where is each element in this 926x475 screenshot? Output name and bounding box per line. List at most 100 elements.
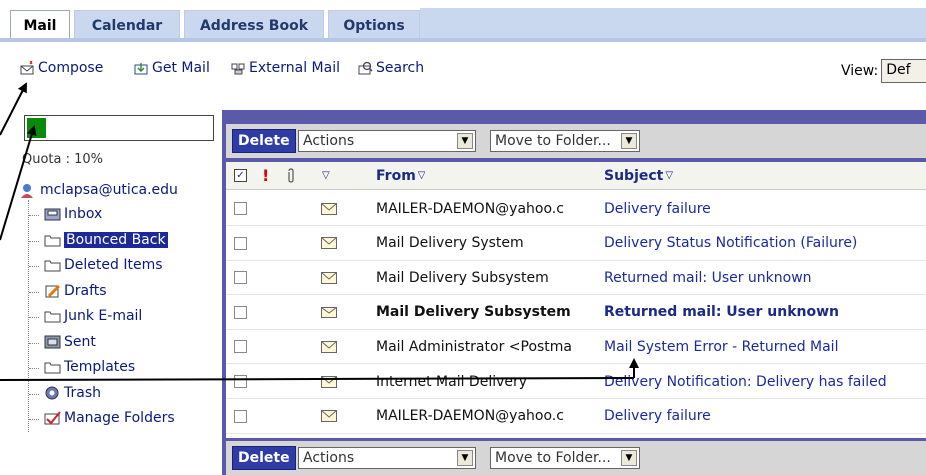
move-to-folder-select[interactable]: Move to Folder... ▼: [490, 130, 640, 152]
folder-item-bounced-back[interactable]: Bounced Back: [44, 231, 168, 248]
folder-icon: [44, 233, 62, 247]
subject-column-header[interactable]: Subject ▽: [604, 162, 673, 189]
get-mail-button[interactable]: Get Mail: [134, 60, 210, 76]
message-checkbox[interactable]: [234, 400, 247, 433]
message-checkbox[interactable]: [234, 261, 247, 294]
message-from: Internet Mail Delivery: [376, 373, 528, 390]
view-select-value: Def: [886, 62, 911, 78]
folder-item-inbox[interactable]: Inbox: [44, 206, 102, 222]
message-subject[interactable]: Delivery failure: [604, 192, 924, 225]
compose-icon: [20, 60, 35, 75]
delete-label: Delete: [238, 133, 290, 149]
folder-label: Templates: [64, 359, 136, 375]
delete-button[interactable]: Delete: [232, 129, 296, 153]
quota-fill: [27, 118, 46, 138]
envelope-icon: [321, 192, 337, 225]
message-subject[interactable]: Returned mail: User unknown: [604, 261, 924, 294]
tree-connector: [29, 419, 39, 420]
search-icon: [358, 61, 373, 75]
tree-connector: [29, 342, 39, 344]
checkbox-box: [234, 305, 247, 319]
tab-address-book[interactable]: Address Book: [184, 10, 324, 40]
status-sort-icon[interactable]: ▽: [322, 162, 330, 189]
search-button[interactable]: Search: [358, 60, 424, 76]
message-checkbox[interactable]: [234, 365, 247, 398]
message-row[interactable]: Internet Mail Delivery Delivery Notificat…: [226, 365, 926, 399]
action-bar-bottom: Delete Actions ▼ Move to Folder... ▼: [226, 441, 926, 475]
priority-icon[interactable]: !: [262, 162, 269, 189]
folder-icon: [44, 360, 62, 374]
move-select-value: Move to Folder...: [495, 450, 611, 466]
tree-connector: [29, 266, 39, 267]
message-from: Mail Delivery System: [376, 235, 524, 252]
message-row[interactable]: Mail Delivery Subsystem Returned mail: Us…: [226, 296, 926, 330]
subject-header-label: Subject: [604, 167, 664, 184]
from-column-header[interactable]: From ▽: [376, 162, 425, 189]
view-label: View:: [841, 63, 879, 79]
chevron-down-icon: ▼: [621, 450, 637, 466]
chevron-down-icon: ▼: [457, 450, 473, 466]
account-icon: [20, 183, 38, 198]
message-row[interactable]: MAILER-DAEMON@yahoo.c Delivery failure: [226, 192, 926, 226]
folder-label: Trash: [64, 384, 101, 401]
compose-button[interactable]: Compose: [20, 60, 103, 76]
message-subject[interactable]: Delivery Status Notification (Failure): [604, 227, 924, 260]
get-mail-icon: [134, 61, 149, 75]
compose-label: Compose: [38, 60, 104, 76]
folder-item-deleted-items[interactable]: Deleted Items: [44, 257, 163, 273]
checkbox-box: [234, 202, 247, 215]
tab-calendar[interactable]: Calendar: [74, 10, 180, 40]
folder-label: Bounced Back: [64, 231, 168, 248]
folder-item-drafts[interactable]: Drafts: [44, 283, 107, 299]
quota-label: Quota : 10%: [22, 152, 104, 167]
envelope-icon: [321, 261, 337, 294]
folder-item-sent[interactable]: Sent: [44, 334, 96, 350]
message-checkbox[interactable]: [234, 330, 247, 363]
checkbox-box: [234, 409, 247, 423]
chevron-down-icon: ▼: [457, 133, 473, 149]
message-row[interactable]: Mail Administrator <Postma Mail System Er…: [226, 330, 926, 365]
folder-label: Inbox: [64, 206, 103, 222]
envelope-icon: [321, 330, 337, 363]
message-from: Mail Delivery Subsystem: [376, 304, 571, 321]
message-subject[interactable]: Returned mail: User unknown: [604, 296, 924, 329]
delete-button-bottom[interactable]: Delete: [232, 446, 296, 470]
checkbox-box: [234, 340, 247, 354]
tree-connector: [29, 368, 39, 369]
tree-connector: [29, 291, 39, 293]
folder-item-templates[interactable]: Templates: [44, 359, 135, 375]
folder-label: Drafts: [64, 282, 107, 299]
tab-options-label: Options: [343, 17, 405, 34]
message-row[interactable]: Mail Delivery Subsystem Returned mail: Us…: [226, 261, 926, 296]
external-mail-button[interactable]: External Mail: [231, 60, 340, 76]
view-select[interactable]: Def: [881, 59, 926, 83]
external-mail-label: External Mail: [249, 60, 340, 76]
message-subject[interactable]: Delivery failure: [604, 400, 924, 433]
folder-item-junk-e-mail[interactable]: Junk E-mail: [44, 308, 142, 324]
message-subject[interactable]: Mail System Error - Returned Mail: [604, 330, 924, 363]
drafts-icon: [44, 284, 62, 298]
envelope-icon: [321, 365, 337, 398]
select-all-checkbox[interactable]: ✓: [234, 162, 247, 189]
message-from: MAILER-DAEMON@yahoo.c: [376, 408, 564, 425]
folder-item-manage-folders[interactable]: Manage Folders: [44, 410, 175, 426]
message-subject[interactable]: Delivery Notification: Delivery has fail…: [604, 365, 924, 398]
actions-select[interactable]: Actions ▼: [298, 130, 476, 152]
delete-label: Delete: [238, 450, 290, 466]
tree-connector: [29, 393, 39, 395]
message-row[interactable]: MAILER-DAEMON@yahoo.c Delivery failure: [226, 400, 926, 434]
move-to-folder-select-bottom[interactable]: Move to Folder... ▼: [490, 447, 640, 469]
from-header-label: From: [376, 167, 416, 184]
folder-label: Manage Folders: [64, 410, 175, 426]
chevron-down-icon: ▼: [621, 133, 637, 149]
tab-mail[interactable]: Mail: [10, 10, 70, 41]
actions-select-bottom[interactable]: Actions ▼: [298, 447, 476, 469]
message-row[interactable]: Mail Delivery System Delivery Status Noti…: [226, 227, 926, 261]
account-node[interactable]: mclapsa@utica.edu: [20, 182, 178, 198]
message-checkbox[interactable]: [234, 227, 247, 260]
message-checkbox[interactable]: [234, 296, 247, 329]
attachment-icon[interactable]: [286, 162, 296, 189]
message-checkbox[interactable]: [234, 192, 247, 225]
folder-item-trash[interactable]: Trash: [44, 385, 101, 401]
tab-options[interactable]: Options: [328, 10, 420, 40]
